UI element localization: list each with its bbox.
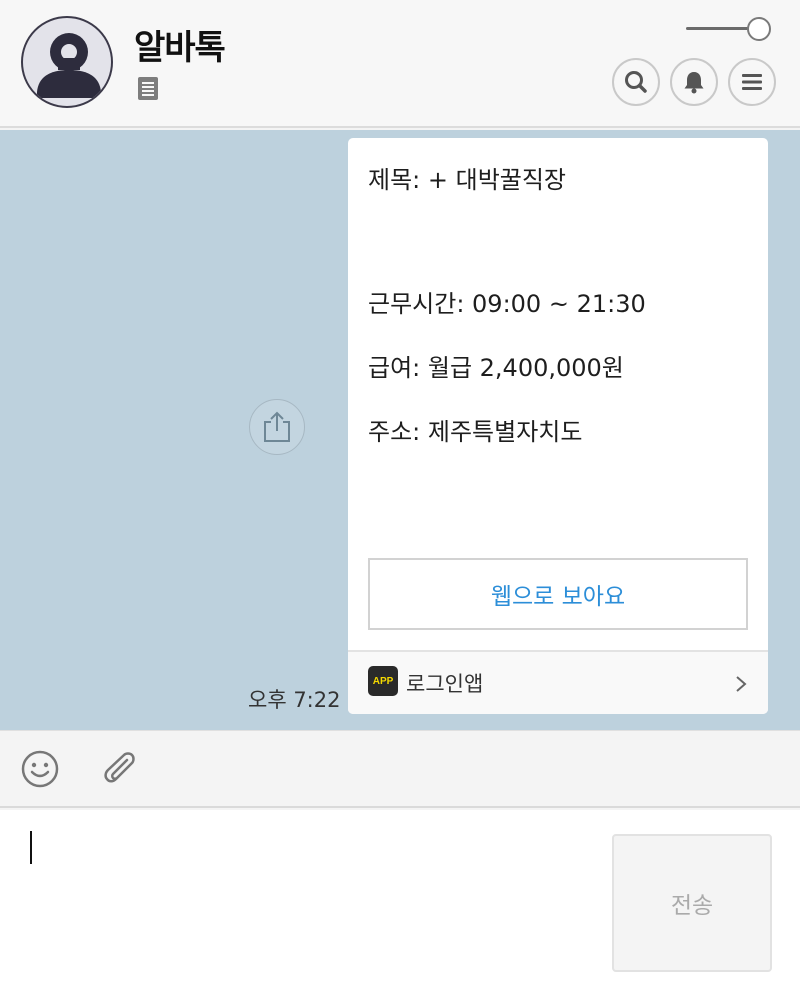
chat-header: 알바톡 [0, 0, 800, 128]
menu-button[interactable] [728, 58, 776, 106]
opacity-slider[interactable] [686, 16, 772, 42]
message-input[interactable] [26, 826, 596, 976]
composer: 전송 [0, 810, 800, 994]
profile-avatar[interactable] [21, 16, 113, 108]
salary-line: 급여: 월급 2,400,000원 [368, 354, 624, 382]
app-link-footer[interactable]: APP 로그인앱 [348, 650, 768, 714]
share-icon [264, 411, 290, 442]
bell-icon [684, 72, 704, 94]
chat-area[interactable]: 오후 7:22 제목: + 대박꿀직장 근무시간: 09:00 ~ 21:30 … [0, 130, 800, 730]
emoji-button[interactable] [20, 749, 60, 789]
view-on-web-button[interactable]: 웹으로 보아요 [368, 558, 748, 630]
search-button[interactable] [612, 58, 660, 106]
hamburger-menu-icon [742, 74, 762, 90]
address-line: 주소: 제주특별자치도 [368, 418, 583, 446]
message-card: 제목: + 대박꿀직장 근무시간: 09:00 ~ 21:30 급여: 월급 2… [348, 138, 768, 714]
composer-toolbar [0, 730, 800, 808]
chat-title: 알바톡 [134, 28, 226, 68]
app-name-label: 로그인앱 [406, 672, 484, 696]
notification-button[interactable] [670, 58, 718, 106]
paperclip-icon [104, 752, 135, 783]
text-caret [30, 831, 32, 864]
job-title-line: 제목: + 대박꿀직장 [368, 166, 567, 194]
share-button[interactable] [249, 399, 305, 455]
attach-file-button[interactable] [100, 749, 140, 789]
send-button[interactable]: 전송 [612, 834, 772, 972]
message-time: 오후 7:22 [248, 688, 341, 712]
smiley-icon [21, 750, 59, 788]
slider-thumb[interactable] [747, 17, 771, 41]
app-badge-icon: APP [368, 666, 398, 696]
slider-track [686, 27, 752, 30]
notepad-icon[interactable] [137, 76, 159, 101]
chevron-right-icon [736, 676, 747, 692]
work-hours-line: 근무시간: 09:00 ~ 21:30 [368, 290, 646, 318]
search-icon [625, 71, 647, 93]
person-icon [37, 33, 101, 98]
